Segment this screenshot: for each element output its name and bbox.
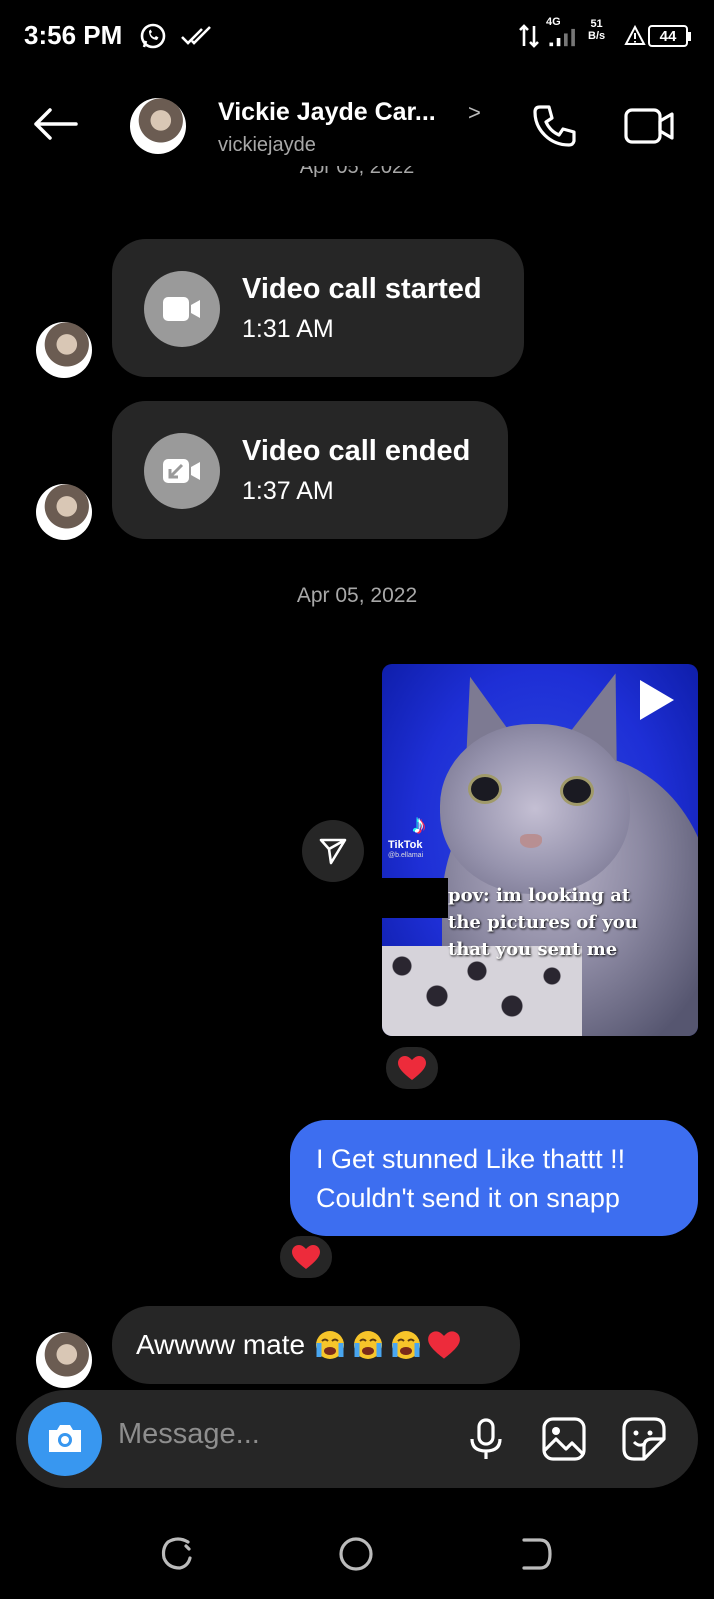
date-separator: Apr 05, 2022	[296, 584, 418, 607]
network-type: 4G	[546, 16, 561, 28]
data-arrows-icon	[518, 20, 540, 52]
chevron-right-icon[interactable]: >	[468, 100, 481, 126]
avatar[interactable]	[36, 1332, 92, 1388]
call-time: 1:37 AM	[242, 477, 334, 505]
call-title: Video call ended	[242, 435, 471, 467]
play-icon[interactable]	[640, 680, 674, 720]
send-icon	[319, 838, 347, 865]
home-icon[interactable]	[336, 1534, 376, 1574]
back-icon[interactable]	[516, 1534, 556, 1574]
call-title: Video call started	[242, 273, 482, 305]
crying-face-icon	[313, 1329, 347, 1361]
phone-icon[interactable]	[530, 102, 578, 150]
tiktok-watermark: ♪ TikTok @b.ellamai	[388, 810, 450, 859]
heart-reaction[interactable]	[278, 1234, 334, 1280]
battery-icon: 44	[648, 20, 691, 52]
redacted-area	[382, 878, 448, 918]
signal-icon: 4G	[546, 16, 582, 48]
warning-icon	[624, 20, 646, 52]
cat-head	[440, 724, 630, 894]
message-text: Couldn't send it on snapp	[316, 1183, 620, 1213]
message-text: I Get stunned Like thattt !!	[316, 1144, 626, 1174]
heart-icon	[292, 1245, 320, 1269]
status-bar: 3:56 PM 4G 51 B/s 44	[0, 0, 714, 72]
microphone-icon[interactable]	[462, 1415, 510, 1463]
message-input[interactable]	[118, 1418, 438, 1451]
contact-name[interactable]: Vickie Jayde Car...	[218, 98, 436, 127]
outgoing-message-bubble[interactable]: I Get stunned Like thattt !! Couldn't se…	[290, 1120, 698, 1236]
date-separator-top: Apr 05, 2022	[299, 166, 415, 178]
avatar[interactable]	[130, 98, 186, 154]
video-caption: pov: im looking at the pictures of you t…	[448, 885, 638, 960]
call-started-bubble[interactable]: Video call started 1:31 AM	[112, 239, 524, 377]
video-camera-icon	[144, 271, 220, 347]
message-text: Awwww mate	[136, 1329, 306, 1360]
crying-face-icon	[389, 1329, 423, 1361]
avatar[interactable]	[36, 484, 92, 540]
video-camera-icon[interactable]	[624, 106, 676, 146]
whatsapp-icon	[138, 20, 168, 52]
shared-video-thumbnail[interactable]: ♪ TikTok @b.ellamai pov: im looking at t…	[382, 664, 698, 1036]
back-arrow-icon[interactable]	[30, 104, 80, 144]
crying-face-icon	[351, 1329, 385, 1361]
call-ended-bubble[interactable]: Video call ended 1:37 AM	[112, 401, 508, 539]
call-time: 1:31 AM	[242, 315, 334, 343]
avatar[interactable]	[36, 322, 92, 378]
heart-reaction[interactable]	[384, 1045, 440, 1091]
network-speed: 51 B/s	[588, 18, 606, 42]
system-nav-bar	[0, 1520, 714, 1599]
contact-username[interactable]: vickiejayde	[218, 134, 316, 157]
tiktok-logo-icon: ♪	[412, 809, 426, 839]
camera-button[interactable]	[28, 1402, 102, 1476]
share-button[interactable]	[302, 820, 364, 882]
incoming-message-bubble[interactable]: Awwww mate	[112, 1306, 520, 1384]
heart-icon	[398, 1056, 426, 1080]
gallery-icon[interactable]	[540, 1415, 588, 1463]
sticker-icon[interactable]	[620, 1415, 668, 1463]
message-composer	[16, 1390, 698, 1488]
double-check-icon	[180, 20, 214, 52]
video-missed-icon	[144, 433, 220, 509]
red-heart-icon	[427, 1329, 461, 1361]
recents-icon[interactable]	[158, 1534, 198, 1574]
status-time: 3:56 PM	[24, 20, 123, 50]
camera-icon	[49, 1425, 81, 1452]
